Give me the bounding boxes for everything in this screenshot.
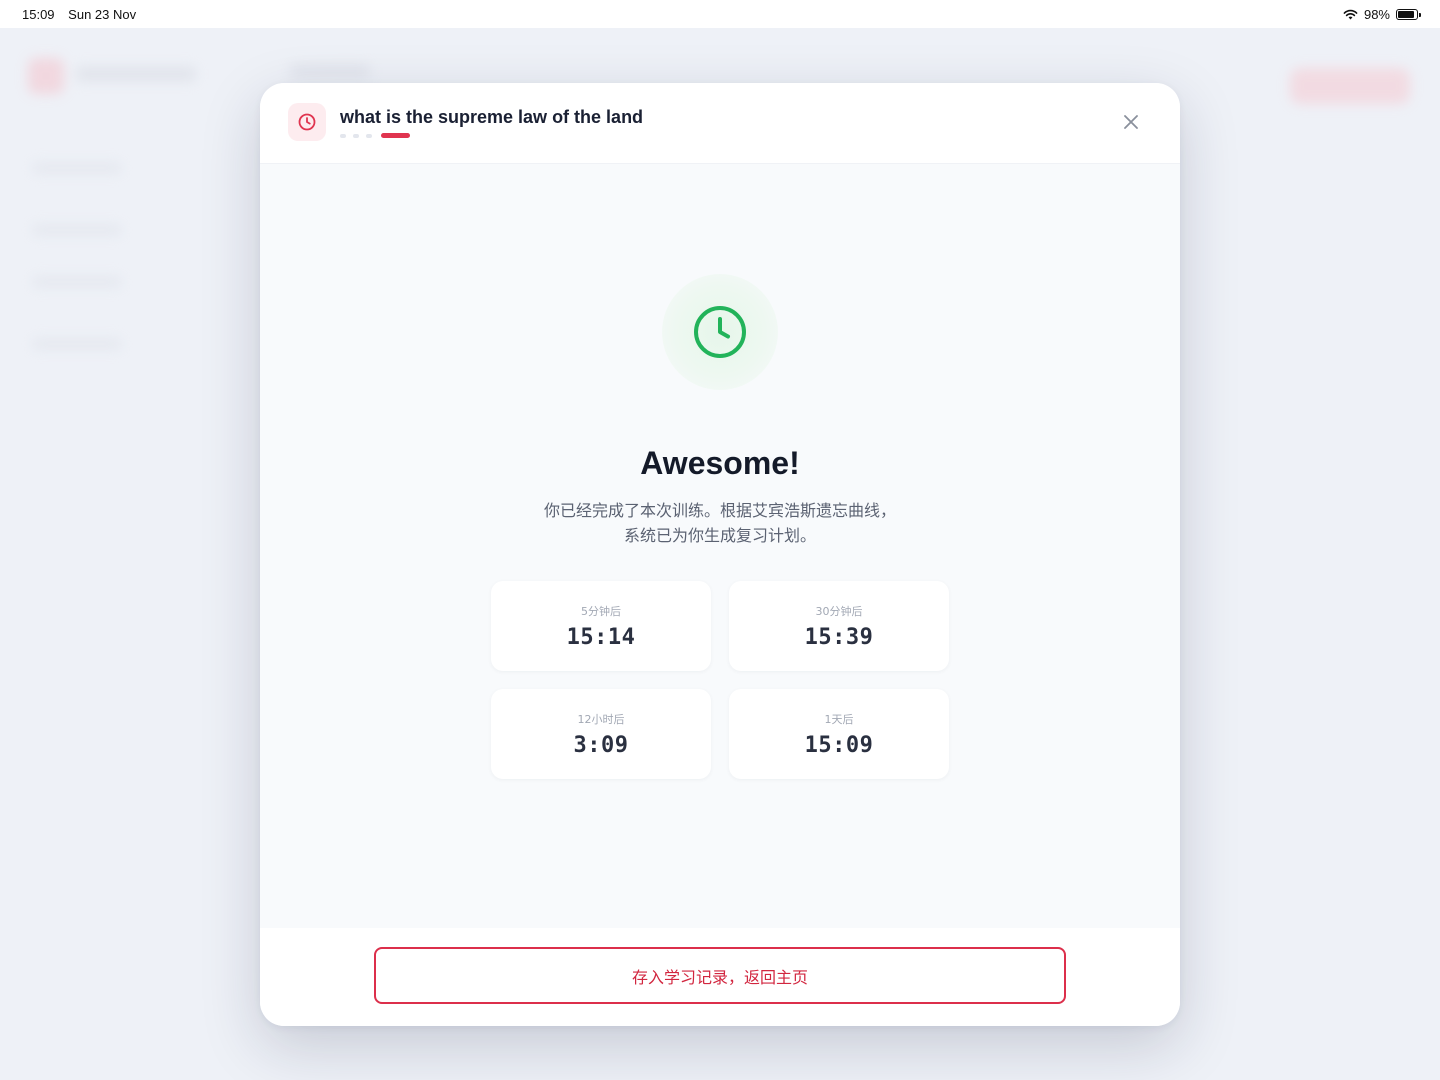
- background-nav-item: [32, 276, 122, 288]
- review-interval: 30分钟后: [815, 604, 863, 618]
- background-tab: [290, 64, 370, 78]
- save-and-return-button[interactable]: 存入学习记录，返回主页: [374, 947, 1066, 1004]
- progress-step: [353, 133, 359, 138]
- status-left: 15:09 Sun 23 Nov: [22, 7, 146, 22]
- review-time: 15:14: [566, 624, 636, 650]
- review-card: 1天后 15:09: [729, 689, 949, 779]
- review-interval: 5分钟后: [581, 604, 621, 618]
- review-card: 12小时后 3:09: [491, 689, 711, 779]
- status-bar: 15:09 Sun 23 Nov 98%: [0, 0, 1440, 28]
- review-time: 3:09: [573, 732, 629, 758]
- progress-step-current: [381, 133, 410, 138]
- dialog-header: what is the supreme law of the land: [260, 83, 1180, 164]
- status-date: Sun 23 Nov: [68, 6, 137, 22]
- close-button[interactable]: [1118, 109, 1144, 135]
- review-time: 15:39: [804, 624, 874, 650]
- wifi-icon: [1343, 9, 1358, 19]
- review-interval: 12小时后: [577, 712, 625, 726]
- progress-step: [340, 133, 346, 138]
- step-progress: [340, 133, 410, 138]
- headline: Awesome!: [640, 445, 800, 481]
- battery-icon: [1396, 8, 1421, 20]
- battery-percent: 98%: [1363, 6, 1390, 22]
- background-logo: [28, 58, 64, 94]
- message-line: 系统已为你生成复习计划。: [623, 526, 816, 545]
- success-badge: [662, 274, 778, 390]
- background-brand: [76, 66, 196, 82]
- clock-icon: [288, 103, 326, 141]
- review-card: 30分钟后 15:39: [729, 581, 949, 671]
- review-schedule: 5分钟后 15:14 30分钟后 15:39 12小时后 3:09 1天后 15…: [491, 581, 949, 779]
- completion-message: 你已经完成了本次训练。根据艾宾浩斯遗忘曲线， 系统已为你生成复习计划。: [260, 498, 1180, 548]
- dialog-footer: 存入学习记录，返回主页: [260, 928, 1180, 1026]
- completion-dialog: what is the supreme law of the land Awes…: [260, 83, 1180, 1026]
- status-right: 98%: [1343, 6, 1421, 22]
- dialog-title: what is the supreme law of the land: [340, 107, 644, 127]
- background-nav-item: [32, 224, 122, 236]
- review-interval: 1天后: [824, 712, 854, 726]
- background-nav-item: [32, 338, 122, 350]
- background-nav-item: [32, 162, 122, 174]
- message-line: 你已经完成了本次训练。根据艾宾浩斯遗忘曲线，: [543, 501, 896, 520]
- close-icon: [1124, 115, 1138, 129]
- review-time: 15:09: [804, 732, 874, 758]
- clock-icon: [694, 306, 746, 358]
- status-time: 15:09: [22, 6, 55, 22]
- background-cta: [1290, 68, 1410, 104]
- progress-step: [366, 133, 372, 138]
- review-card: 5分钟后 15:14: [491, 581, 711, 671]
